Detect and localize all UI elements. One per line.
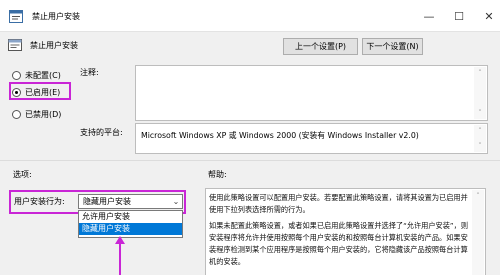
supported-scrollbar[interactable]: ˄ ˅	[474, 125, 486, 152]
minimize-button[interactable]: —	[416, 6, 442, 26]
radio-circle[interactable]	[12, 110, 21, 119]
annotation-highlight-enabled	[9, 82, 71, 100]
scroll-down-icon[interactable]: ˅	[478, 109, 482, 117]
option-hide-user-install[interactable]: 隐藏用户安装	[79, 223, 182, 235]
help-title: 帮助:	[208, 170, 227, 179]
supported-platforms-field: Microsoft Windows XP 或 Windows 2000 (安装有…	[135, 123, 488, 154]
help-text: 使用此策略设置可以配置用户安装。若要配置此策略设置，请将其设置为已启用并使用下拉…	[209, 192, 471, 272]
chevron-down-icon[interactable]: ⌄	[170, 197, 182, 206]
radio-label: 已禁用(D)	[25, 110, 62, 119]
help-panel: 使用此策略设置可以配置用户安装。若要配置此策略设置，请将其设置为已启用并使用下拉…	[205, 188, 486, 275]
close-button[interactable]: ✕	[476, 6, 500, 26]
install-behavior-select[interactable]: 隐藏用户安装 ⌄	[78, 194, 183, 209]
help-paragraph: 如果未配置此策略设置，或者如果已启用此策略设置并选择了“允许用户安装”，则安装程…	[209, 221, 469, 266]
policy-name: 禁止用户安装	[30, 41, 78, 50]
window-title: 禁止用户安装	[32, 12, 80, 21]
section-divider	[0, 160, 500, 161]
annotation-arrow-head	[115, 236, 125, 244]
comment-label: 注释:	[80, 68, 99, 77]
radio-not-configured[interactable]: 未配置(C)	[12, 70, 61, 81]
scroll-up-icon[interactable]: ˄	[478, 69, 482, 77]
radio-disabled[interactable]: 已禁用(D)	[12, 109, 61, 120]
maximize-button[interactable]: ☐	[446, 6, 472, 26]
comment-scrollbar[interactable]: ˄ ˅	[474, 67, 486, 119]
supported-platforms-value: Microsoft Windows XP 或 Windows 2000 (安装有…	[141, 131, 419, 140]
policy-window-icon	[9, 10, 23, 23]
install-behavior-options: 允许用户安装 隐藏用户安装	[78, 210, 183, 238]
comment-field[interactable]: ˄ ˅	[135, 65, 488, 121]
radio-label: 未配置(C)	[25, 71, 61, 80]
radio-circle[interactable]	[12, 71, 21, 80]
supported-platforms-label: 支持的平台:	[80, 128, 123, 137]
help-paragraph: 使用此策略设置可以配置用户安装。若要配置此策略设置，请将其设置为已启用并使用下拉…	[209, 193, 468, 214]
scroll-down-icon[interactable]: ˅	[478, 142, 482, 150]
next-setting-button[interactable]: 下一个设置(N)	[362, 38, 423, 55]
scroll-up-icon[interactable]: ˄	[478, 127, 482, 135]
options-title: 选项:	[13, 170, 32, 179]
help-scrollbar[interactable]: ˄	[472, 190, 484, 275]
install-behavior-label: 用户安装行为:	[14, 197, 65, 206]
scroll-up-icon[interactable]: ˄	[476, 192, 480, 200]
previous-setting-button[interactable]: 上一个设置(P)	[283, 38, 358, 55]
policy-setting-icon	[8, 39, 22, 51]
select-value: 隐藏用户安装	[83, 197, 131, 206]
option-allow-user-install[interactable]: 允许用户安装	[79, 211, 182, 223]
